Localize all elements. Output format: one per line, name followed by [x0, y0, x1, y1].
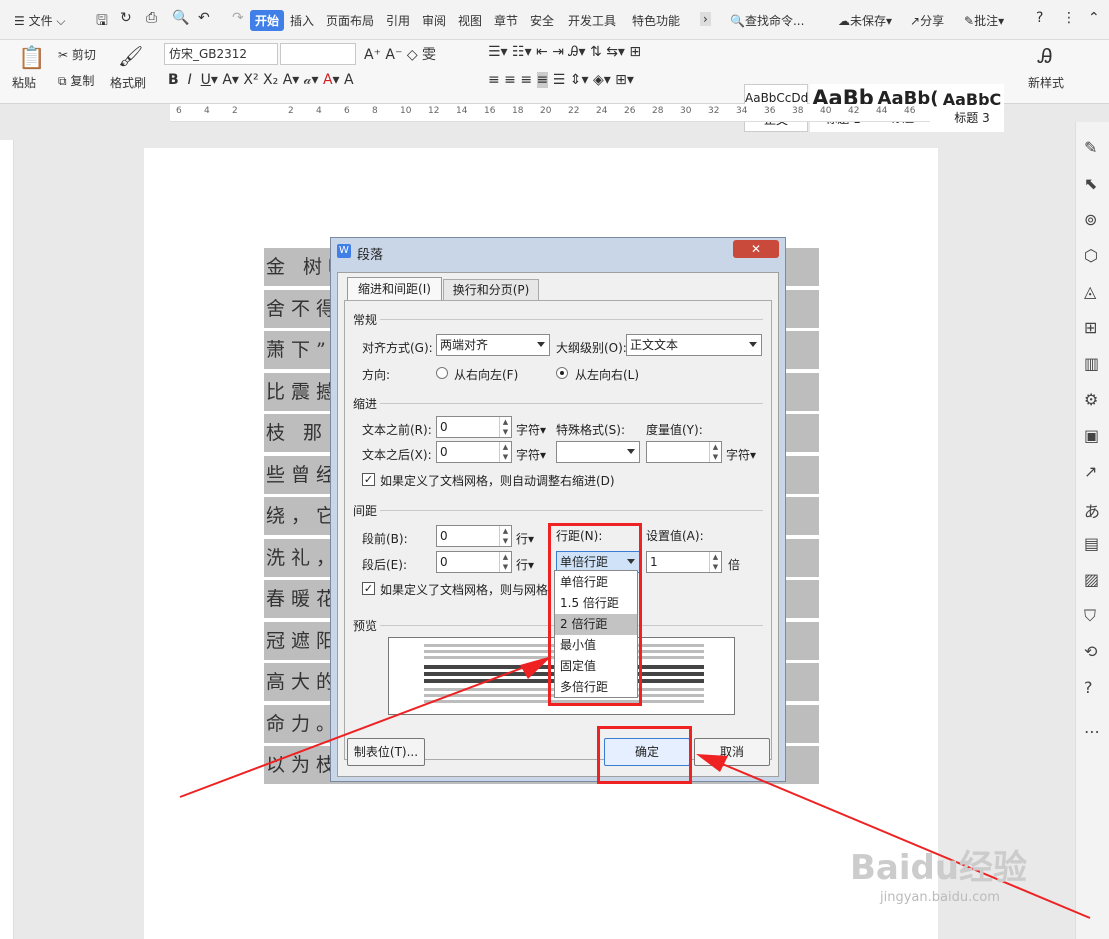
arrow-head-right	[696, 754, 728, 772]
annotation-arrows	[179, 656, 1091, 919]
watermark-brand: Baidu经验	[850, 848, 1028, 888]
arrow-head-left	[520, 656, 552, 679]
watermark-url: jingyan.baidu.com	[880, 890, 1000, 905]
arrow-line-left	[179, 664, 531, 798]
